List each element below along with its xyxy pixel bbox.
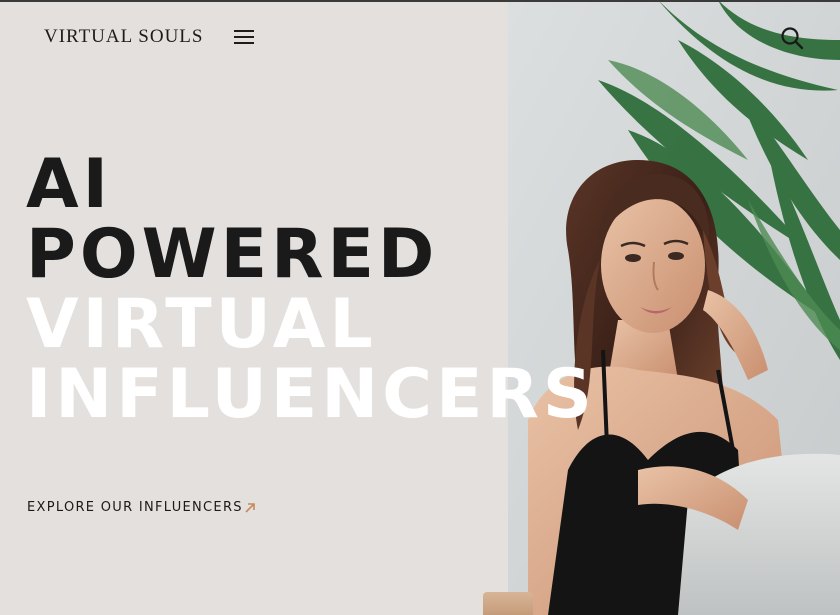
headline-line-influencers: INFLUENCERS xyxy=(26,355,596,434)
hamburger-menu-icon[interactable] xyxy=(232,28,256,46)
explore-influencers-link[interactable]: EXPLORE OUR INFLUENCERS xyxy=(27,500,256,515)
headline-line-virtual: VIRTUAL xyxy=(26,285,377,364)
hero-headline: AI POWERED VIRTUAL INFLUENCERS xyxy=(26,150,596,430)
arrow-up-right-icon xyxy=(244,502,256,514)
search-icon[interactable] xyxy=(779,25,805,51)
headline-line-ai: AI xyxy=(26,145,112,224)
floating-tab[interactable] xyxy=(483,592,533,615)
brand-logo[interactable]: VIRTUAL SOULS xyxy=(44,26,203,48)
explore-influencers-label: EXPLORE OUR INFLUENCERS xyxy=(27,500,243,515)
top-border xyxy=(0,0,840,2)
headline-line-powered: POWERED xyxy=(26,215,439,294)
